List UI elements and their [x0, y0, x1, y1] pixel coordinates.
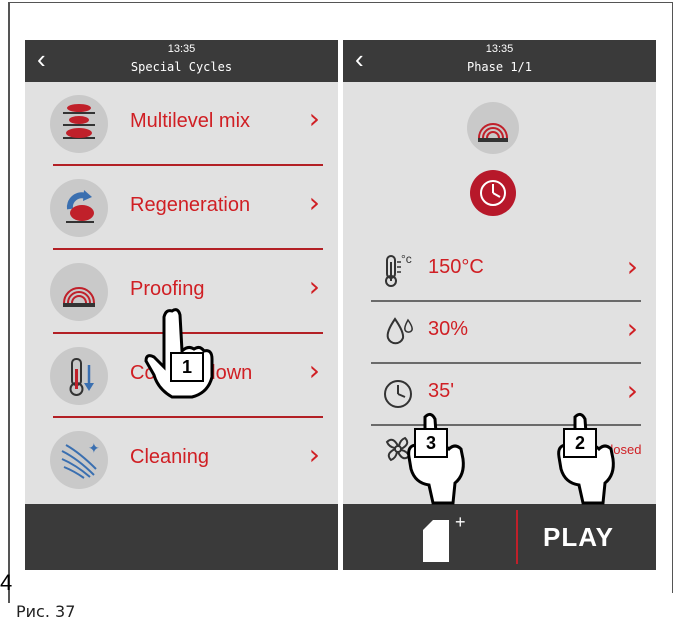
clock: 13:35 [167, 43, 196, 55]
menu-item-cleaning[interactable]: ✦ Cleaning › [25, 418, 338, 502]
menu-item-multilevel-mix[interactable]: Multilevel mix › [25, 82, 338, 166]
top-bar: ‹ 13:35 Special Cycles [25, 40, 338, 82]
chevron-right-icon: › [308, 186, 320, 219]
screen-title: Special Cycles [130, 60, 233, 74]
menu-item-label: Regeneration [130, 194, 251, 216]
callout-badge-1: 1 [170, 352, 204, 382]
menu-item-regeneration[interactable]: Regeneration › [25, 166, 338, 250]
page-number: 4 [0, 570, 13, 595]
proofing-icon [50, 263, 108, 321]
proofing-cycle-icon [467, 102, 519, 154]
plus-icon: + [455, 512, 466, 532]
chevron-right-icon: › [626, 250, 638, 283]
play-button[interactable]: PLAY [543, 522, 614, 553]
clock: 13:35 [485, 43, 514, 55]
chevron-right-icon: › [308, 102, 320, 135]
param-temperature[interactable]: °c 150°C › [343, 240, 656, 302]
bottom-bar: + PLAY [343, 504, 656, 570]
top-bar: ‹ 13:35 Phase 1/1 [343, 40, 656, 82]
chevron-right-icon: › [308, 438, 320, 471]
callout-badge-3: 3 [414, 428, 448, 458]
menu-item-label: Proofing [130, 278, 205, 300]
callout-badge-2: 2 [563, 428, 597, 458]
time-value: 35' [428, 380, 455, 402]
chevron-right-icon: › [308, 270, 320, 303]
humidity-drop-icon [383, 316, 419, 353]
temp-unit: °c [401, 252, 412, 266]
chevron-right-icon: › [626, 312, 638, 345]
humidity-value: 30% [428, 318, 469, 340]
chevron-right-icon: › [626, 374, 638, 407]
footer-divider [516, 510, 518, 564]
svg-text:✦: ✦ [88, 440, 100, 456]
multilevel-mix-icon [50, 95, 108, 153]
menu-item-label: Cleaning [130, 446, 209, 468]
cleaning-icon: ✦ [50, 431, 108, 489]
param-humidity[interactable]: 30% › [343, 302, 656, 364]
figure-caption: Рис. 37 [16, 602, 76, 621]
bottom-bar [25, 504, 338, 570]
add-phase-button[interactable]: + [403, 508, 493, 566]
screen-title: Phase 1/1 [466, 60, 533, 74]
menu-item-label: Multilevel mix [130, 110, 251, 132]
clock-mode-button[interactable] [470, 170, 516, 216]
chevron-right-icon: › [308, 354, 320, 387]
new-document-icon [423, 520, 449, 562]
temperature-value: 150°C [428, 256, 484, 278]
regeneration-icon [50, 179, 108, 237]
cooling-down-icon [50, 347, 108, 405]
